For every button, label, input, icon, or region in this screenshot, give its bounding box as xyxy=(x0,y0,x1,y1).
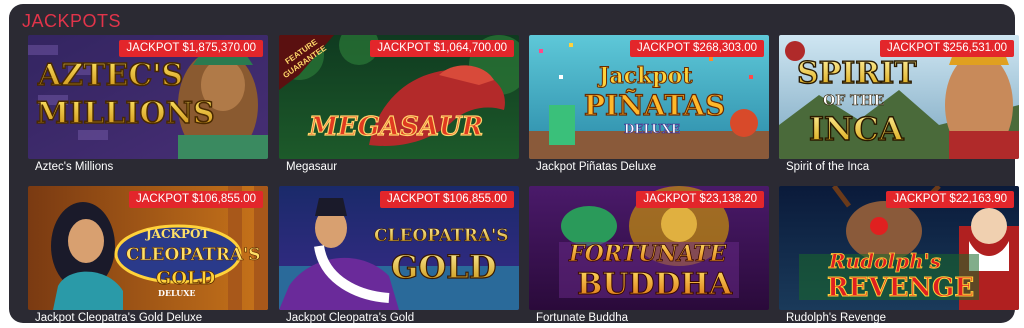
game-grid: AZTEC'S MILLIONS JACKPOT $1,875,370.00 A… xyxy=(28,35,1020,327)
logo-line-1: MEGASAUR xyxy=(308,112,483,142)
logo-line-2: OF THE xyxy=(823,93,884,109)
logo-line-3: GOLD xyxy=(156,268,215,289)
game-card-aztecs-millions[interactable]: AZTEC'S MILLIONS JACKPOT $1,875,370.00 A… xyxy=(28,35,268,177)
game-thumbnail[interactable]: FORTUNATE BUDDHA JACKPOT $23,138.20 xyxy=(529,186,769,310)
logo-line-1: FORTUNATE xyxy=(568,241,728,267)
game-thumbnail[interactable]: Rudolph's REVENGE JACKPOT $22,163.90 xyxy=(779,186,1019,310)
game-thumbnail[interactable]: Jackpot PIÑATAS DELUXE JACKPOT $268,303.… xyxy=(529,35,769,159)
logo-line-1: AZTEC'S xyxy=(37,58,183,93)
logo-line-1: Rudolph's xyxy=(828,249,941,273)
game-title[interactable]: Megasaur xyxy=(286,161,337,173)
game-title[interactable]: Spirit of the Inca xyxy=(786,161,869,173)
game-title[interactable]: Fortunate Buddha xyxy=(536,312,628,324)
game-card-jackpot-cleopatras-gold-deluxe[interactable]: JACKPOT CLEOPATRA'S GOLD DELUXE JACKPOT … xyxy=(28,186,268,328)
game-card-jackpot-pinatas-deluxe[interactable]: Jackpot PIÑATAS DELUXE JACKPOT $268,303.… xyxy=(529,35,769,177)
game-thumbnail[interactable]: SPIRIT OF THE INCA JACKPOT $256,531.00 xyxy=(779,35,1019,159)
jackpot-badge: JACKPOT $22,163.90 xyxy=(886,191,1014,208)
logo-line-3: DELUXE xyxy=(624,122,680,136)
logo-line-2: MILLIONS xyxy=(36,96,215,131)
logo-line-2: GOLD xyxy=(391,248,496,286)
game-card-spirit-of-the-inca[interactable]: SPIRIT OF THE INCA JACKPOT $256,531.00 S… xyxy=(779,35,1019,177)
jackpot-badge: JACKPOT $1,875,370.00 xyxy=(119,40,263,57)
game-title[interactable]: Jackpot Piñatas Deluxe xyxy=(536,161,656,173)
game-thumbnail[interactable]: FEATURE GUARANTEE MEGASAUR JACKPOT $1,06… xyxy=(279,35,519,159)
logo-line-3: INCA xyxy=(809,110,905,148)
logo-line-2: BUDDHA xyxy=(577,267,733,302)
jackpot-badge: JACKPOT $256,531.00 xyxy=(880,40,1014,57)
game-card-fortunate-buddha[interactable]: FORTUNATE BUDDHA JACKPOT $23,138.20 Fort… xyxy=(529,186,769,328)
game-card-rudolphs-revenge[interactable]: Rudolph's REVENGE JACKPOT $22,163.90 Rud… xyxy=(779,186,1019,328)
jackpot-badge: JACKPOT $23,138.20 xyxy=(636,191,764,208)
logo-line-1: CLEOPATRA'S xyxy=(374,226,509,246)
jackpots-panel: JACKPOTS AZTEC'S MILLIONS JACKPOT $1,875… xyxy=(9,4,1019,324)
logo-line-4: DELUXE xyxy=(158,288,196,298)
jackpot-badge: JACKPOT $106,855.00 xyxy=(380,191,514,208)
jackpot-badge: JACKPOT $1,064,700.00 xyxy=(370,40,514,57)
section-title: JACKPOTS xyxy=(22,11,122,31)
game-thumbnail[interactable]: AZTEC'S MILLIONS JACKPOT $1,875,370.00 xyxy=(28,35,268,159)
game-title[interactable]: Aztec's Millions xyxy=(35,161,113,173)
logo-line-1: Jackpot xyxy=(597,63,693,89)
logo-line-1: JACKPOT xyxy=(145,227,209,241)
game-card-jackpot-cleopatras-gold[interactable]: CLEOPATRA'S GOLD JACKPOT $106,855.00 Jac… xyxy=(279,186,519,328)
game-thumbnail[interactable]: CLEOPATRA'S GOLD JACKPOT $106,855.00 xyxy=(279,186,519,310)
jackpot-badge: JACKPOT $106,855.00 xyxy=(129,191,263,208)
game-title[interactable]: Rudolph's Revenge xyxy=(786,312,886,324)
game-card-megasaur[interactable]: FEATURE GUARANTEE MEGASAUR JACKPOT $1,06… xyxy=(279,35,519,177)
logo-line-2: REVENGE xyxy=(827,273,974,303)
game-title[interactable]: Jackpot Cleopatra's Gold Deluxe xyxy=(35,312,202,324)
logo-line-2: CLEOPATRA'S xyxy=(126,245,261,265)
game-title[interactable]: Jackpot Cleopatra's Gold xyxy=(286,312,414,324)
logo-line-1: SPIRIT xyxy=(797,56,917,91)
logo-line-2: PIÑATAS xyxy=(584,89,725,122)
game-thumbnail[interactable]: JACKPOT CLEOPATRA'S GOLD DELUXE JACKPOT … xyxy=(28,186,268,310)
jackpot-badge: JACKPOT $268,303.00 xyxy=(630,40,764,57)
